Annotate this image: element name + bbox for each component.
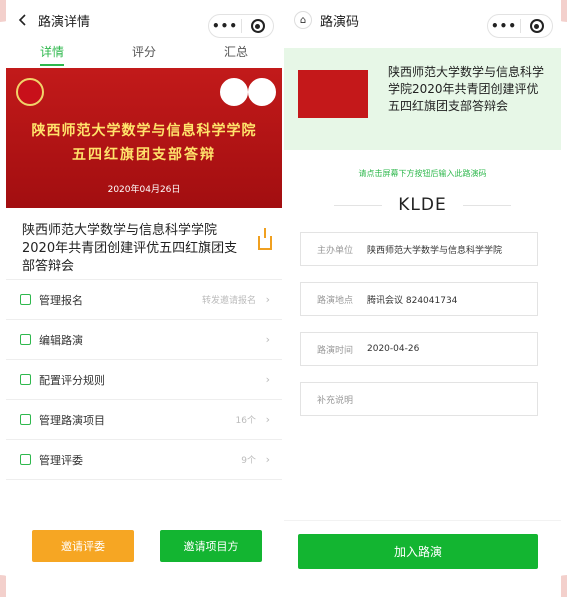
navbar: ⌂ 路演码 ••• [284,0,561,40]
menu-item-edit-roadshow[interactable]: 编辑路演 › [6,320,282,360]
edit-icon [20,334,31,345]
school-logo-icon [220,78,248,106]
field-value: 2020-04-26 [367,344,420,354]
field-label: 补充说明 [317,395,354,406]
menu-label: 管理报名 [39,293,83,307]
field-value: 腾讯会议 824041734 [367,295,458,306]
field-label: 主办单位 [317,245,354,256]
roadshow-code-panel: ⌂ 路演码 ••• 陕西师范大学数学与信息科学学院2020年共青团创建评优五四红… [284,0,561,597]
back-icon[interactable] [16,13,30,27]
close-target-icon[interactable] [521,19,552,33]
event-hero: 陕西师范大学数学与信息科学学院2020年共青团创建评优五四红旗团支部答辩会 [284,48,561,150]
navbar: 路演详情 ••• [6,0,282,40]
youth-league-emblem-icon [16,78,44,106]
hero-title: 陕西师范大学数学与信息科学学院2020年共青团创建评优五四红旗团支部答辩会 [388,65,545,113]
menu-label: 管理评委 [39,453,83,467]
menu-extra: 9个 [241,456,256,466]
chevron-right-icon: › [265,333,270,346]
tab-bar: 详情 评分 汇总 [6,40,282,68]
roadshow-title-block: 陕西师范大学数学与信息科学学院2020年共青团创建评优五四红旗团支部答辩会 [6,208,282,280]
tab-score[interactable]: 评分 [114,43,174,66]
list-icon [20,374,31,385]
more-icon[interactable]: ••• [488,19,520,33]
menu-extra: 转发邀请报名 [201,296,256,306]
roadshow-code: KLDE [398,195,447,215]
menu-item-score-rules[interactable]: 配置评分规则 › [6,360,282,400]
menu-item-manage-registration[interactable]: 管理报名 转发邀请报名 › [6,280,282,320]
home-icon[interactable]: ⌂ [294,11,312,29]
checkbox-icon [20,294,31,305]
field-location: 路演地点 腾讯会议 824041734 [300,282,538,316]
menu-item-manage-judges[interactable]: 管理评委 9个 › [6,440,282,480]
field-label: 路演地点 [317,295,354,306]
menu-label: 编辑路演 [39,333,83,347]
action-buttons: 邀请评委 邀请项目方 [32,530,262,562]
page-title: 路演码 [320,14,360,30]
users-icon [20,454,31,465]
menu-extra: 16个 [235,416,256,426]
roadshow-title: 陕西师范大学数学与信息科学学院2020年共青团创建评优五四红旗团支部答辩会 [22,223,238,274]
more-icon[interactable]: ••• [209,19,241,33]
invite-judges-button[interactable]: 邀请评委 [32,530,134,562]
grid-icon [20,414,31,425]
event-banner: 陕西师范大学数学与信息科学学院 五四红旗团支部答辩 2020年04月26日 [6,68,282,208]
field-notes: 补充说明 [300,382,538,416]
banner-date: 2020年04月26日 [107,185,181,195]
invite-projects-button[interactable]: 邀请项目方 [160,530,262,562]
field-label: 路演时间 [317,345,354,356]
chevron-right-icon: › [265,413,270,426]
event-thumbnail [298,70,368,118]
field-time: 路演时间 2020-04-26 [300,332,538,366]
banner-line2: 五四红旗团支部答辩 [72,147,216,163]
tab-detail[interactable]: 详情 [22,43,82,66]
tab-summary[interactable]: 汇总 [206,43,266,66]
college-logo-icon [248,78,276,106]
menu-item-manage-projects[interactable]: 管理路演项目 16个 › [6,400,282,440]
manage-menu: 管理报名 转发邀请报名 › 编辑路演 › 配置评分规则 › 管理路演项目 16个… [6,280,282,480]
code-row: KLDE [334,190,512,220]
page-title: 路演详情 [38,14,91,30]
chevron-right-icon: › [265,373,270,386]
roadshow-detail-panel: 路演详情 ••• 详情 评分 汇总 陕西师范大学数学与信息科学学院 五四红旗团支… [6,0,282,597]
mini-program-capsule: ••• [487,14,553,38]
code-hint: 请点击屏幕下方按钮后输入此路演码 [358,169,487,178]
close-target-icon[interactable] [242,19,273,33]
banner-line1: 陕西师范大学数学与信息科学学院 [31,123,257,139]
share-icon[interactable] [258,228,272,250]
join-roadshow-button[interactable]: 加入路演 [298,534,538,569]
chevron-right-icon: › [265,453,270,466]
field-organizer: 主办单位 陕西师范大学数学与信息科学学院 [300,232,538,266]
chevron-right-icon: › [265,293,270,306]
mini-program-capsule: ••• [208,14,274,38]
menu-label: 管理路演项目 [39,413,105,427]
field-value: 陕西师范大学数学与信息科学学院 [367,245,503,256]
menu-label: 配置评分规则 [39,373,105,387]
